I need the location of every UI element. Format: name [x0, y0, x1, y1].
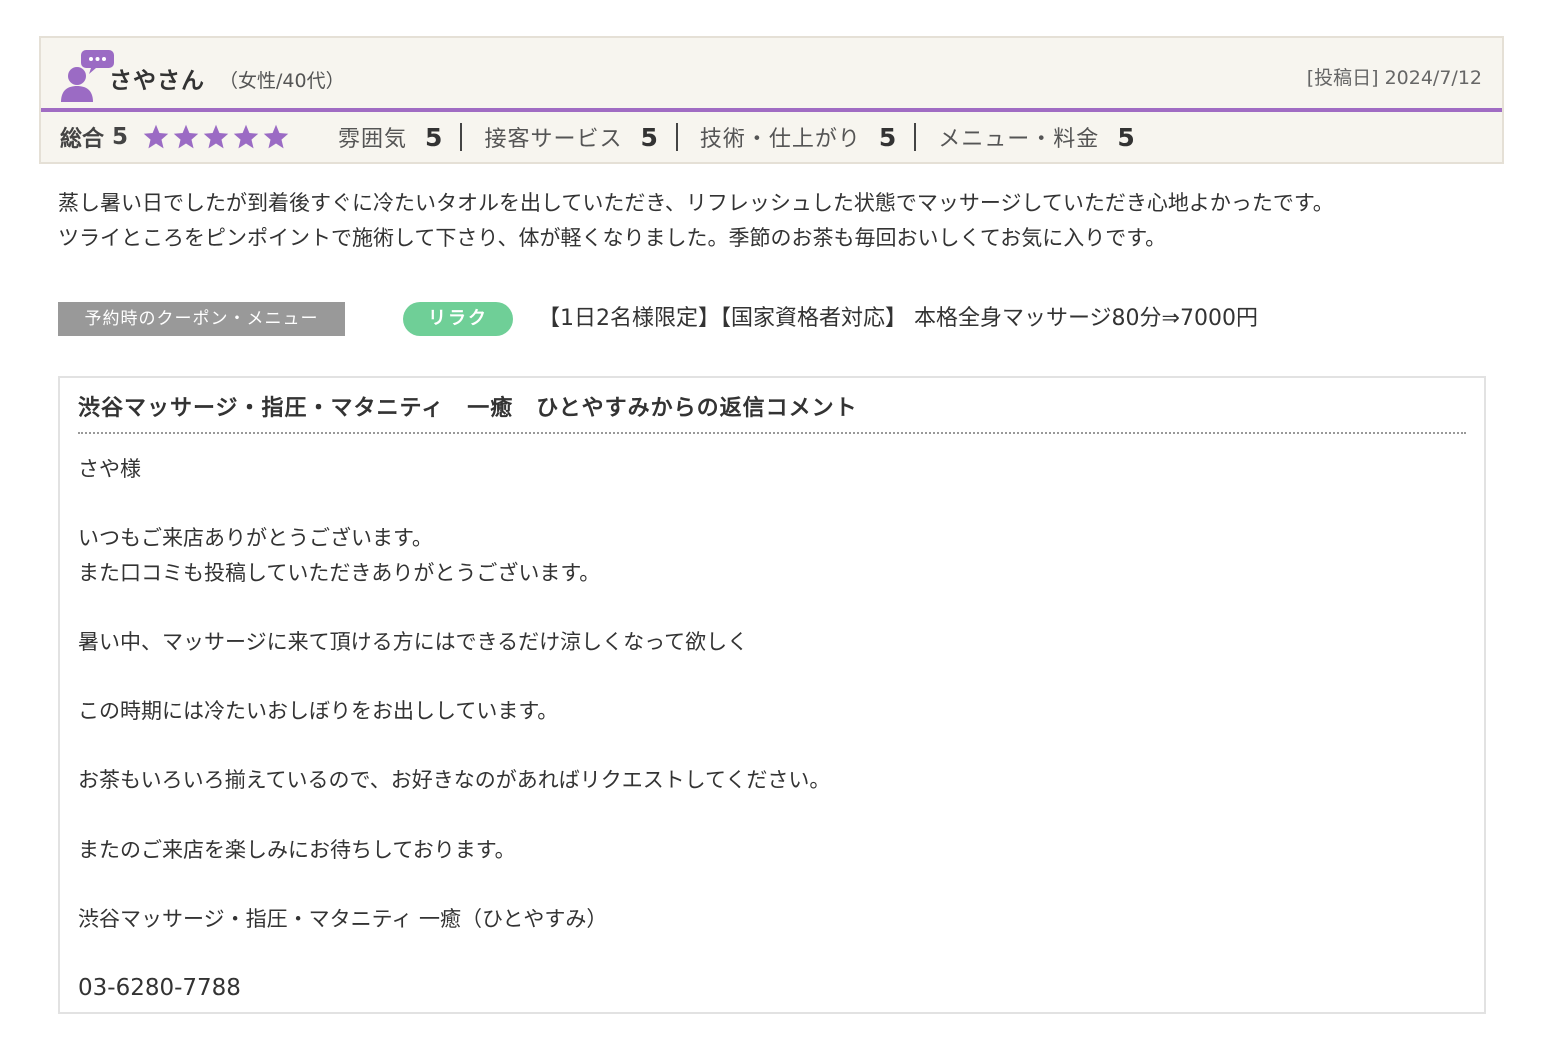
rating-score: 5 [640, 122, 658, 152]
coupon-row: 予約時のクーポン・メニュー リラク 【1日2名様限定】【国家資格者対応】 本格全… [58, 302, 1498, 336]
reply-line: お茶もいろいろ揃えているので、お好きなのがあればリクエストしてください。 [78, 768, 831, 793]
reply-line: この時期には冷たいおしぼりをお出ししています。 [78, 699, 559, 724]
overall-label: 総合 [60, 127, 105, 152]
rating-score: 5 [425, 122, 443, 152]
star-icon [263, 124, 289, 149]
rating-item-menu-price: メニュー・料金 5 [938, 121, 1152, 153]
reply-line: 渋谷マッサージ・指圧・マタニティ 一癒（ひとやすみ） [78, 906, 608, 931]
review-body: 蒸し暑い日でしたが到着後すぐに冷たいタオルを出していただき、リフレッシュした状態… [58, 186, 1518, 256]
rating-item-atmosphere: 雰囲気 5 [338, 121, 484, 153]
reply-line [78, 798, 830, 833]
coupon-category-tag: リラク [403, 302, 513, 336]
reply-title: 渋谷マッサージ・指圧・マタニティ 一癒 ひとやすみからの返信コメント [78, 396, 858, 421]
coupon-label: 予約時のクーポン・メニュー [58, 302, 345, 336]
reply-line [78, 936, 830, 971]
reply-line: 暑い中、マッサージに来て頂ける方にはできるだけ涼しくなって欲しく [78, 629, 749, 654]
rating-score: 5 [1117, 122, 1135, 152]
rating-divider [914, 123, 917, 151]
star-icon [173, 124, 199, 149]
rating-score: 5 [878, 122, 897, 152]
reply-box: 渋谷マッサージ・指圧・マタニティ 一癒 ひとやすみからの返信コメント さや様いつ… [58, 376, 1486, 1014]
overall-score: 5 [112, 124, 129, 150]
rating-item-service: 接客サービス 5 [484, 121, 699, 153]
review-card: さやさん （女性/40代） [投稿日] 2024/7/12 総合 5 雰囲気 5… [39, 36, 1504, 164]
reply-line [78, 729, 830, 764]
review-text-line: 蒸し暑い日でしたが到着後すぐに冷たいタオルを出していただき、リフレッシュした状態… [58, 191, 1334, 215]
reply-line: さや様 [78, 457, 141, 481]
reply-line: また口コミも投稿していただきありがとうございます。 [78, 560, 601, 585]
reviewer-meta: （女性/40代） [219, 70, 345, 92]
reviewer-name: さやさん [109, 68, 205, 94]
rating-bar: 総合 5 雰囲気 5 接客サービス 5 技術・仕上がり 5 メニュー・料金 5 [41, 112, 1502, 162]
reply-divider [78, 432, 1466, 434]
rating-divider [675, 123, 678, 151]
star-icon [233, 124, 259, 149]
rating-label: 接客サービス [484, 127, 623, 152]
star-rating [142, 123, 290, 151]
rating-label: 雰囲気 [338, 127, 408, 152]
star-icon [203, 124, 229, 149]
reply-line: いつもご来店ありがとうございます。 [78, 526, 433, 551]
rating-divider [460, 123, 463, 151]
reply-phone: 03-6280-7788 [78, 974, 241, 1001]
reply-line [78, 590, 830, 625]
post-date: [投稿日] 2024/7/12 [1306, 67, 1482, 89]
reply-line: またのご来店を楽しみにお待ちしております。 [78, 837, 516, 862]
review-header: さやさん （女性/40代） [投稿日] 2024/7/12 [41, 38, 1502, 112]
reply-line [78, 867, 830, 902]
reply-body: さや様いつもご来店ありがとうございます。また口コミも投稿していただきありがとうご… [78, 452, 830, 1006]
review-text-line: ツライところをピンポイントで施術して下さり、体が軽くなりました。季節のお茶も毎回… [58, 226, 1167, 250]
rating-label: 技術・仕上がり [699, 127, 861, 152]
star-icon [143, 124, 169, 149]
user-comment-icon [61, 50, 114, 102]
reply-line [78, 487, 830, 522]
reply-line [78, 660, 830, 695]
rating-item-technique: 技術・仕上がり 5 [700, 121, 938, 153]
coupon-menu-text[interactable]: 【1日2名様限定】【国家資格者対応】 本格全身マッサージ80分⇒7000円 [538, 302, 1258, 336]
rating-label: メニュー・料金 [938, 127, 1100, 152]
